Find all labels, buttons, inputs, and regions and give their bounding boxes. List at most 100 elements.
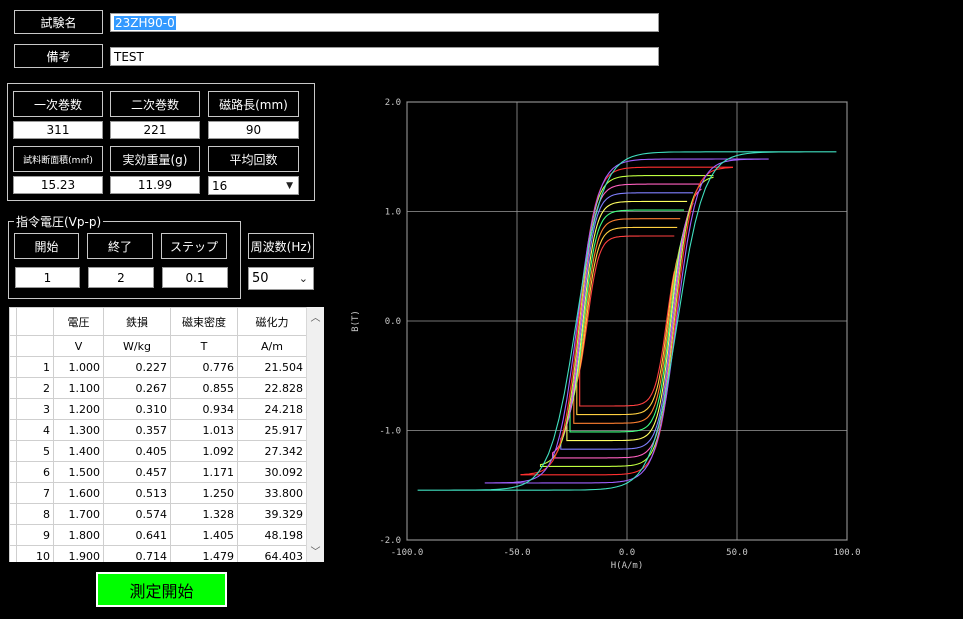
- x-tick-label: 0.0: [619, 548, 635, 558]
- index-header: [16, 307, 54, 336]
- y-tick-label: -1.0: [379, 427, 401, 437]
- secondary-turns-label: 二次巻数: [110, 91, 200, 117]
- row-selector[interactable]: [9, 524, 17, 546]
- cell-iron-loss: 0.267: [103, 377, 171, 399]
- x-axis-label: H(A/m): [611, 561, 644, 571]
- row-selector[interactable]: [9, 503, 17, 525]
- unit-voltage: V: [53, 335, 104, 357]
- avg-count-label: 平均回数: [208, 146, 299, 172]
- row-index: 8: [16, 503, 54, 525]
- remarks-input[interactable]: TEST: [110, 47, 659, 66]
- cell-iron-loss: 0.714: [103, 545, 171, 562]
- cell-iron-loss: 0.574: [103, 503, 171, 525]
- row-index: 3: [16, 398, 54, 420]
- cell-iron-loss: 0.310: [103, 398, 171, 420]
- row-selector[interactable]: [9, 398, 17, 420]
- cell-magnetizing-force: 33.800: [237, 482, 307, 504]
- test-name-input[interactable]: 23ZH90-0: [110, 13, 659, 32]
- cell-flux-density: 0.855: [170, 377, 238, 399]
- cell-flux-density: 1.013: [170, 419, 238, 441]
- weight-input[interactable]: 11.99: [110, 176, 200, 194]
- cell-magnetizing-force: 22.828: [237, 377, 307, 399]
- avg-count-select[interactable]: 16 ▼: [208, 176, 299, 195]
- chevron-down-icon: ⌄: [298, 272, 308, 285]
- cell-voltage: 1.000: [53, 356, 104, 378]
- row-selector[interactable]: [9, 377, 17, 399]
- table-units-row: V W/kg T A/m: [9, 335, 307, 357]
- cross-section-label: 試料断面積(m㎡): [13, 146, 103, 172]
- cell-iron-loss: 0.457: [103, 461, 171, 483]
- index-header: [16, 335, 54, 357]
- row-select-header: [9, 335, 17, 357]
- cell-magnetizing-force: 27.342: [237, 440, 307, 462]
- row-index: 10: [16, 545, 54, 562]
- cell-flux-density: 0.934: [170, 398, 238, 420]
- table-row[interactable]: 10 1.900 0.714 1.479 64.403: [9, 545, 307, 562]
- weight-label: 実効重量(g): [110, 146, 200, 172]
- table-row[interactable]: 8 1.700 0.574 1.328 39.329: [9, 503, 307, 525]
- cell-magnetizing-force: 30.092: [237, 461, 307, 483]
- table-row[interactable]: 9 1.800 0.641 1.405 48.198: [9, 524, 307, 546]
- x-tick-label: -100.0: [391, 548, 424, 558]
- cell-flux-density: 0.776: [170, 356, 238, 378]
- cell-voltage: 1.800: [53, 524, 104, 546]
- frequency-select[interactable]: 50 ⌄: [248, 267, 314, 290]
- bh-hysteresis-chart: -100.0 -50.0 0.0 50.0 100.0 2.0 1.0 0.0 -1.0 -2.0…: [351, 98, 861, 571]
- primary-turns-input[interactable]: 311: [13, 121, 103, 139]
- cell-magnetizing-force: 24.218: [237, 398, 307, 420]
- scroll-down-icon[interactable]: ﹀: [307, 543, 324, 558]
- unit-magnetizing-force: A/m: [237, 335, 307, 357]
- row-index: 6: [16, 461, 54, 483]
- cell-voltage: 1.500: [53, 461, 104, 483]
- cell-voltage: 1.700: [53, 503, 104, 525]
- x-tick-label: 50.0: [726, 548, 748, 558]
- table-row[interactable]: 2 1.100 0.267 0.855 22.828: [9, 377, 307, 399]
- table-row[interactable]: 3 1.200 0.310 0.934 24.218: [9, 398, 307, 420]
- scroll-up-icon[interactable]: ︿: [307, 309, 324, 324]
- cell-magnetizing-force: 21.504: [237, 356, 307, 378]
- cell-flux-density: 1.405: [170, 524, 238, 546]
- table-row[interactable]: 6 1.500 0.457 1.171 30.092: [9, 461, 307, 483]
- row-index: 7: [16, 482, 54, 504]
- table-row[interactable]: 5 1.400 0.405 1.092 27.342: [9, 440, 307, 462]
- avg-count-value: 16: [212, 178, 228, 193]
- row-index: 4: [16, 419, 54, 441]
- table-row[interactable]: 1 1.000 0.227 0.776 21.504: [9, 356, 307, 378]
- test-name-label: 試験名: [14, 10, 103, 34]
- voltage-step-input[interactable]: 0.1: [162, 267, 228, 288]
- header-flux-density: 磁束密度: [170, 307, 238, 336]
- path-length-input[interactable]: 90: [208, 121, 299, 139]
- y-tick-label: -2.0: [379, 536, 401, 546]
- start-measurement-button[interactable]: 測定開始: [96, 572, 227, 607]
- row-selector[interactable]: [9, 461, 17, 483]
- results-table[interactable]: 電圧 鉄損 磁束密度 磁化力 V W/kg T A/m 1 1.000 0.227 0…: [9, 307, 324, 562]
- voltage-step-label: ステップ: [161, 233, 227, 259]
- table-scrollbar[interactable]: ︿ ﹀: [306, 307, 324, 562]
- cell-iron-loss: 0.357: [103, 419, 171, 441]
- table-row[interactable]: 4 1.300 0.357 1.013 25.917: [9, 419, 307, 441]
- row-selector[interactable]: [9, 440, 17, 462]
- x-tick-label: 100.0: [833, 548, 860, 558]
- cell-voltage: 1.200: [53, 398, 104, 420]
- voltage-end-input[interactable]: 2: [88, 267, 154, 288]
- frequency-value: 50: [252, 271, 269, 286]
- row-selector[interactable]: [9, 482, 17, 504]
- path-length-label: 磁路長(mm): [208, 91, 299, 117]
- table-row[interactable]: 7 1.600 0.513 1.250 33.800: [9, 482, 307, 504]
- cell-voltage: 1.900: [53, 545, 104, 562]
- dropdown-arrow-icon: ▼: [286, 180, 293, 191]
- cross-section-input[interactable]: 15.23: [13, 176, 103, 194]
- header-voltage: 電圧: [53, 307, 104, 336]
- secondary-turns-input[interactable]: 221: [110, 121, 200, 139]
- cell-iron-loss: 0.641: [103, 524, 171, 546]
- row-selector[interactable]: [9, 545, 17, 562]
- cell-magnetizing-force: 25.917: [237, 419, 307, 441]
- y-tick-label: 1.0: [385, 208, 401, 218]
- voltage-start-input[interactable]: 1: [15, 267, 80, 288]
- row-selector[interactable]: [9, 419, 17, 441]
- frequency-label: 周波数(Hz): [248, 233, 314, 259]
- cell-voltage: 1.100: [53, 377, 104, 399]
- row-select-header: [9, 307, 17, 336]
- row-selector[interactable]: [9, 356, 17, 378]
- voltage-start-label: 開始: [14, 233, 79, 259]
